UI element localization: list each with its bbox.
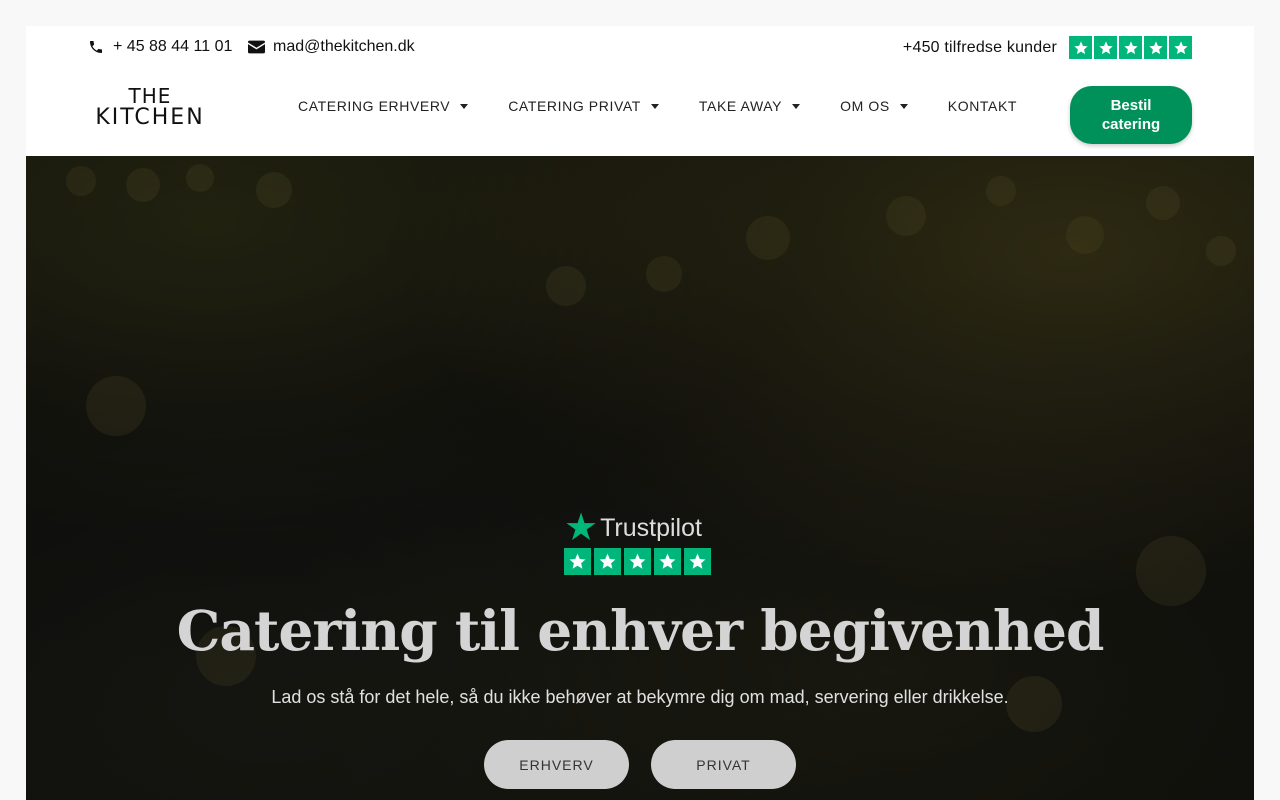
hero-subline: Lad os stå for det hele, så du ikke behø… bbox=[271, 687, 1009, 707]
nav-item-take-away[interactable]: TAKE AWAY bbox=[698, 98, 801, 114]
chevron-down-icon bbox=[650, 103, 659, 109]
nav-item-om-os[interactable]: OM OS bbox=[840, 98, 908, 114]
star-icon bbox=[564, 548, 591, 575]
phone-number[interactable]: + 45 88 44 11 01 bbox=[113, 38, 232, 56]
star-icon bbox=[654, 548, 681, 575]
envelope-icon bbox=[247, 38, 265, 56]
email-address[interactable]: mad@thekitchen.dk bbox=[273, 38, 415, 56]
main-header: THE KITCHEN CATERING ERHVERV CATERING PR… bbox=[26, 70, 1254, 156]
trust-text: +450 tilfredse kunder bbox=[902, 38, 1057, 56]
nav-item-kontakt[interactable]: KONTAKT bbox=[948, 98, 1017, 114]
trustpilot-badge-hero[interactable]: ★ Trustpilot bbox=[564, 507, 716, 575]
logo-line-1: THE bbox=[128, 84, 172, 108]
star-icon bbox=[624, 548, 651, 575]
email-link[interactable]: mad@thekitchen.dk bbox=[247, 38, 415, 56]
star-icon bbox=[1169, 36, 1192, 59]
phone-icon bbox=[87, 38, 105, 56]
star-icon: ★ bbox=[564, 507, 599, 549]
star-icon bbox=[1144, 36, 1167, 59]
star-icon bbox=[684, 548, 711, 575]
hero-section: ★ Trustpilot Catering til enhver begiven… bbox=[26, 156, 1254, 800]
chevron-down-icon bbox=[792, 103, 801, 109]
rating-stars bbox=[564, 548, 716, 575]
rating-stars bbox=[1069, 36, 1192, 59]
chevron-down-icon bbox=[460, 103, 469, 109]
main-nav: CATERING ERHVERV CATERING PRIVAT TAKE AW… bbox=[298, 98, 1057, 114]
nav-item-catering-erhverv[interactable]: CATERING ERHVERV bbox=[298, 98, 469, 114]
star-icon bbox=[1094, 36, 1117, 59]
star-icon bbox=[1119, 36, 1142, 59]
nav-item-label: TAKE AWAY bbox=[698, 98, 783, 114]
top-bar: + 45 88 44 11 01 mad@thekitchen.dk +450 … bbox=[26, 26, 1254, 70]
nav-item-catering-privat[interactable]: CATERING PRIVAT bbox=[508, 98, 659, 114]
trustpilot-badge-top[interactable]: +450 tilfredse kunder bbox=[903, 36, 1192, 59]
erhverv-button[interactable]: ERHVERV bbox=[484, 740, 629, 789]
logo-line-2: KITCHEN bbox=[95, 105, 205, 130]
site-logo[interactable]: THE KITCHEN bbox=[88, 84, 212, 130]
site-container: + 45 88 44 11 01 mad@thekitchen.dk +450 … bbox=[26, 26, 1254, 800]
nav-item-label: CATERING ERHVERV bbox=[298, 98, 451, 114]
chevron-down-icon bbox=[899, 103, 908, 109]
phone-link[interactable]: + 45 88 44 11 01 bbox=[87, 38, 232, 56]
nav-item-label: OM OS bbox=[840, 98, 890, 114]
trustpilot-logo: ★ Trustpilot bbox=[564, 507, 716, 549]
star-icon bbox=[1069, 36, 1092, 59]
nav-item-label: KONTAKT bbox=[947, 98, 1018, 114]
nav-item-label: CATERING PRIVAT bbox=[508, 98, 641, 114]
star-icon bbox=[594, 548, 621, 575]
privat-button[interactable]: PRIVAT bbox=[651, 740, 796, 789]
trustpilot-brand: Trustpilot bbox=[600, 513, 702, 542]
order-catering-button[interactable]: Bestil catering bbox=[1070, 86, 1192, 144]
hero-headline: Catering til enhver begivenhed bbox=[176, 598, 1105, 663]
